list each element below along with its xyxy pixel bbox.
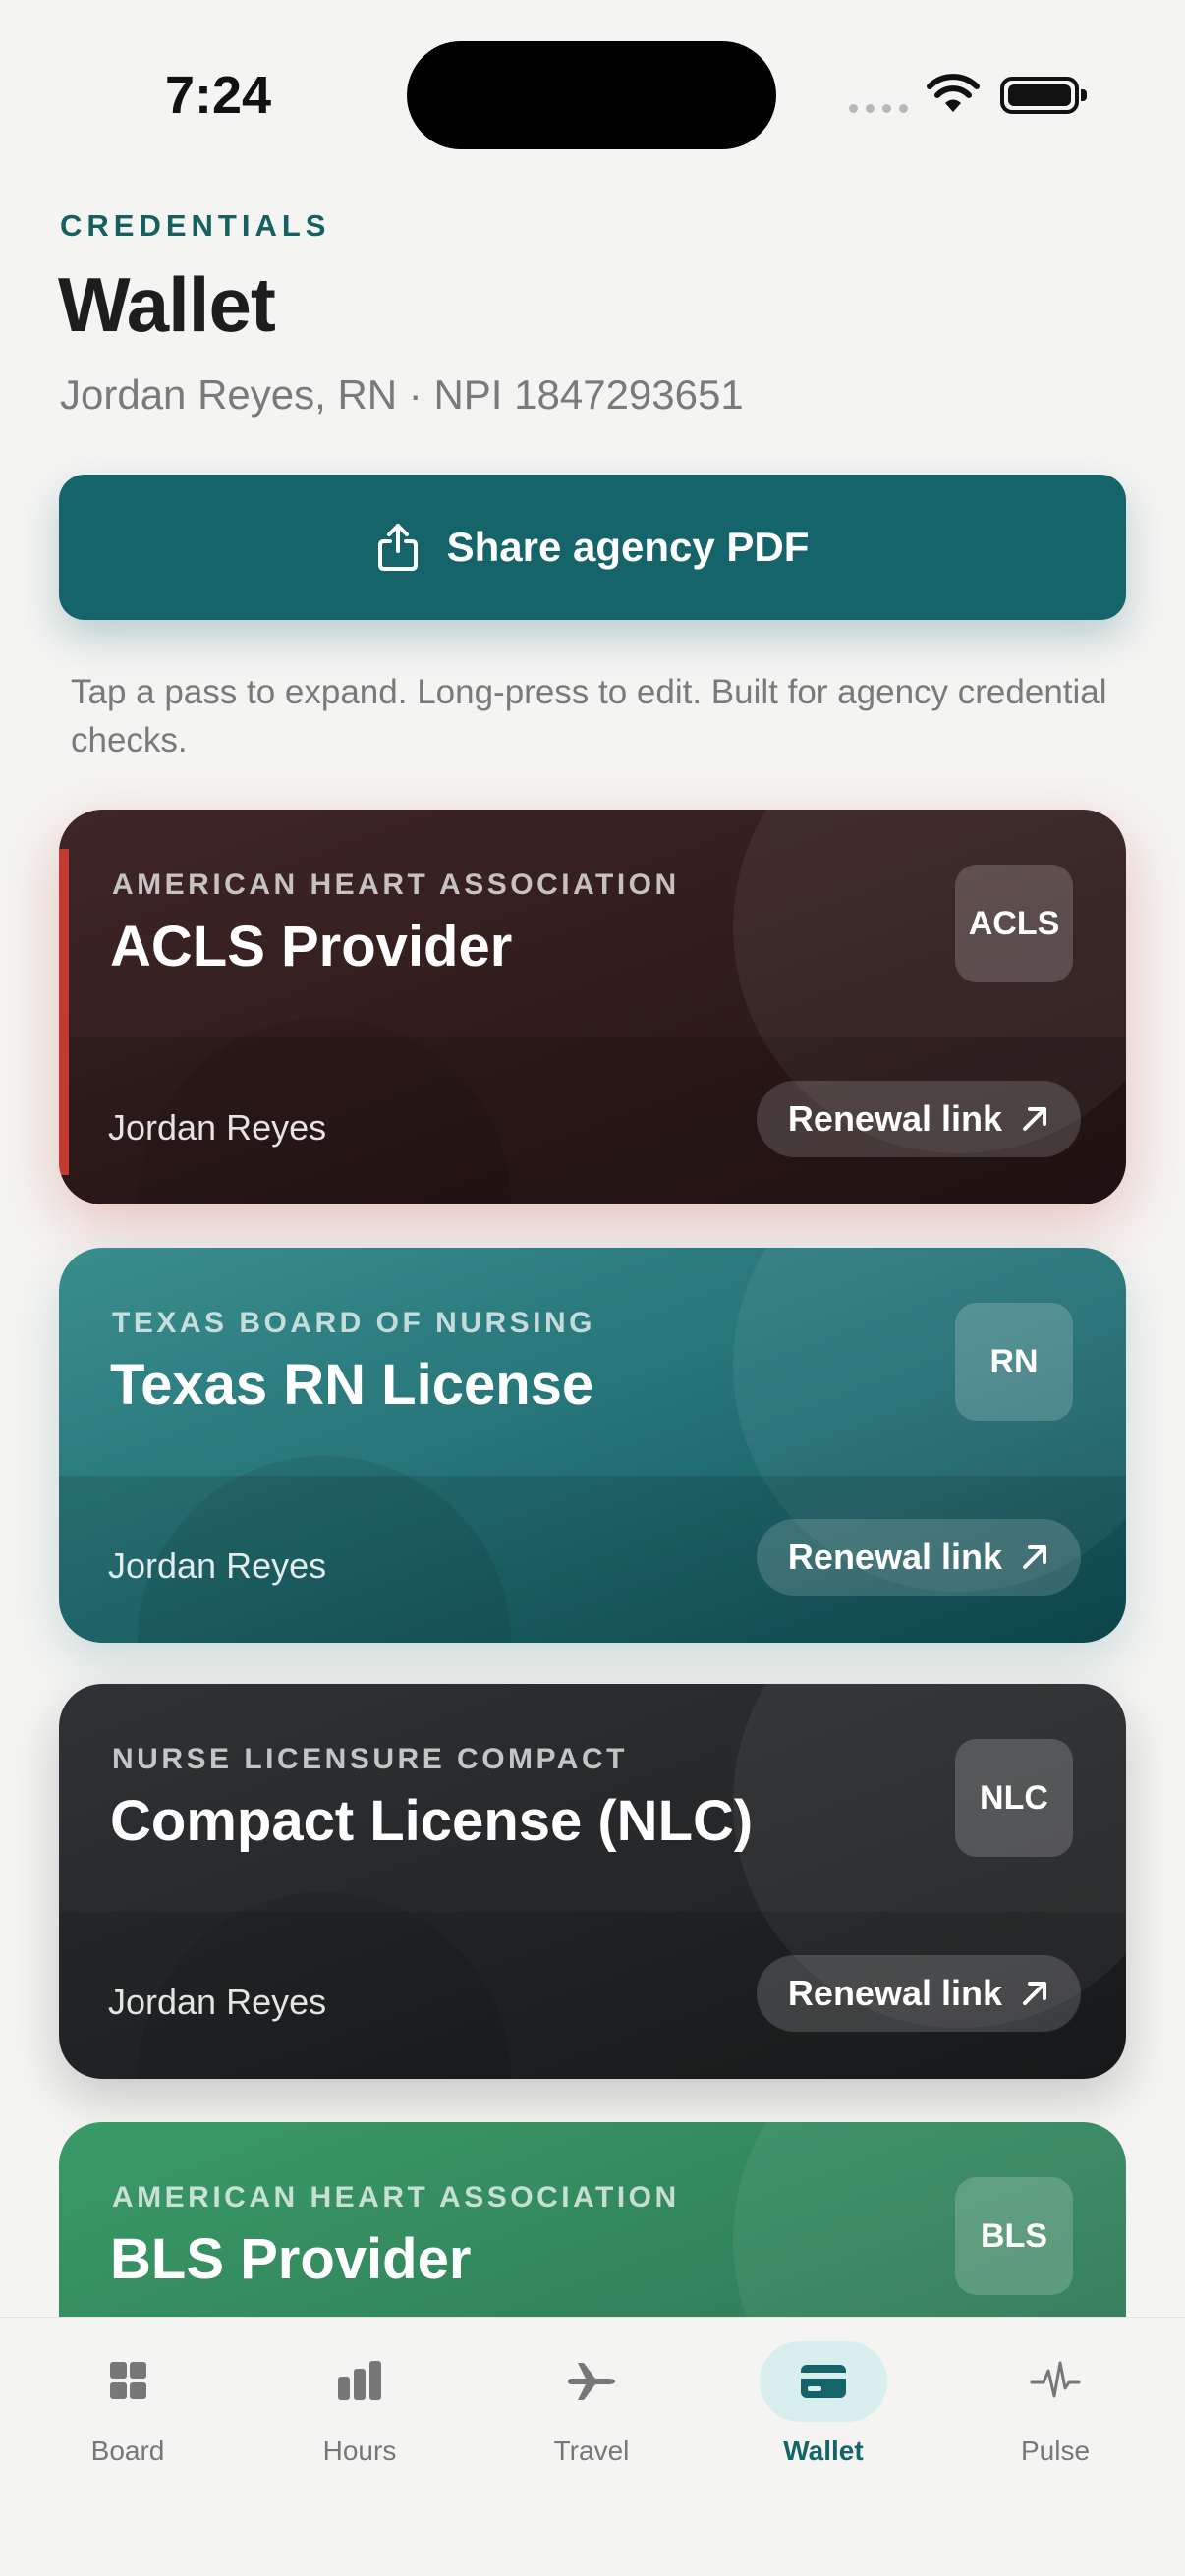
share-button-label: Share agency PDF	[446, 524, 810, 570]
card-icon	[801, 2365, 846, 2398]
tab-label: Board	[90, 2436, 165, 2466]
card-issuer: NURSE LICENSURE COMPACT	[112, 1743, 628, 1775]
card-title: Texas RN License	[110, 1353, 594, 1417]
battery-icon	[1000, 77, 1087, 114]
signal-dots-icon	[849, 104, 908, 113]
bar-chart-icon	[338, 2361, 381, 2400]
card-badge: RN	[955, 1303, 1073, 1421]
page-title: Wallet	[58, 261, 276, 348]
tab-travel[interactable]: Travel	[493, 2341, 690, 2489]
renewal-link-button[interactable]: Renewal link	[756, 1955, 1081, 2032]
card-badge: ACLS	[955, 865, 1073, 982]
renewal-link-label: Renewal link	[787, 1537, 1002, 1577]
tab-pulse[interactable]: Pulse	[957, 2341, 1154, 2489]
credential-card-nlc[interactable]: NURSE LICENSURE COMPACT Compact License …	[59, 1684, 1126, 2079]
card-badge: NLC	[955, 1739, 1073, 1857]
pulse-icon	[1030, 2361, 1081, 2398]
tab-bar: Board Hours Travel Wallet Pulse	[0, 2317, 1185, 2576]
share-agency-pdf-button[interactable]: Share agency PDF	[59, 475, 1126, 620]
credential-card-rn[interactable]: TEXAS BOARD OF NURSING Texas RN License …	[59, 1248, 1126, 1643]
dynamic-island	[407, 41, 776, 149]
tab-label: Hours	[322, 2436, 397, 2466]
expiry-alert-stripe	[59, 849, 69, 1175]
status-bar: 7:24	[0, 0, 1185, 196]
tab-label: Pulse	[1020, 2436, 1091, 2466]
card-title: ACLS Provider	[110, 915, 513, 979]
card-holder: Jordan Reyes	[108, 1545, 327, 1586]
tab-wallet[interactable]: Wallet	[725, 2341, 922, 2489]
wifi-icon	[927, 74, 980, 112]
tab-label: Travel	[553, 2436, 630, 2466]
card-holder: Jordan Reyes	[108, 1107, 327, 1148]
card-badge: BLS	[955, 2177, 1073, 2295]
renewal-link-button[interactable]: Renewal link	[756, 1519, 1081, 1596]
card-title: Compact License (NLC)	[110, 1789, 754, 1853]
tab-label: Wallet	[783, 2436, 864, 2466]
arrow-up-right-icon	[1023, 1545, 1046, 1569]
section-eyebrow: CREDENTIALS	[60, 208, 331, 243]
card-issuer: AMERICAN HEART ASSOCIATION	[112, 2181, 680, 2213]
card-issuer: TEXAS BOARD OF NURSING	[112, 1307, 596, 1339]
wallet-hint: Tap a pass to expand. Long-press to edit…	[71, 673, 1107, 759]
airplane-icon	[568, 2363, 615, 2400]
card-holder: Jordan Reyes	[108, 1982, 327, 2022]
card-issuer: AMERICAN HEART ASSOCIATION	[112, 868, 680, 901]
status-time: 7:24	[165, 66, 272, 125]
renewal-link-label: Renewal link	[787, 1973, 1002, 2013]
grid-icon	[110, 2362, 146, 2399]
renewal-link-label: Renewal link	[787, 1098, 1002, 1139]
page-subtitle: Jordan Reyes, RN · NPI 1847293651	[60, 371, 744, 418]
card-title: BLS Provider	[110, 2227, 472, 2291]
credential-card-acls[interactable]: AMERICAN HEART ASSOCIATION ACLS Provider…	[59, 810, 1126, 1204]
tab-hours[interactable]: Hours	[261, 2341, 458, 2489]
share-icon	[377, 524, 418, 571]
tab-board[interactable]: Board	[29, 2341, 226, 2489]
arrow-up-right-icon	[1023, 1982, 1046, 2005]
arrow-up-right-icon	[1023, 1107, 1046, 1131]
renewal-link-button[interactable]: Renewal link	[756, 1081, 1081, 1157]
